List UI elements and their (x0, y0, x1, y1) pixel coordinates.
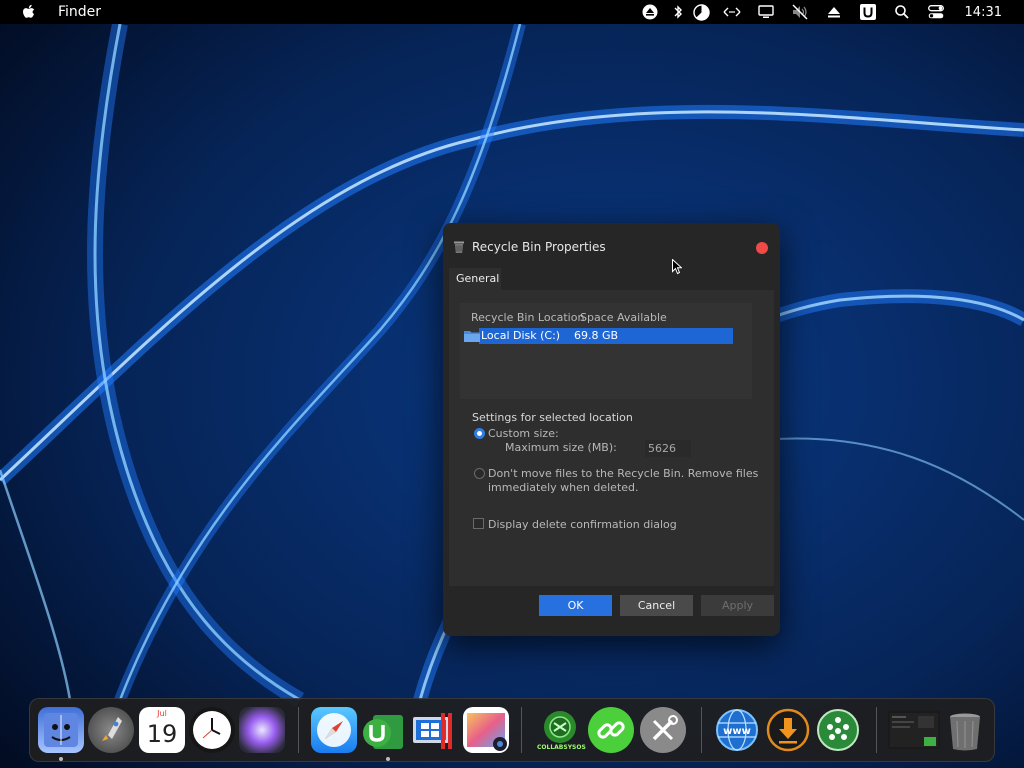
pie-chart-icon[interactable] (693, 3, 711, 21)
utorrent-icon[interactable] (361, 707, 407, 753)
confirm-dialog-label[interactable]: Display delete confirmation dialog (488, 518, 677, 531)
calendar-day: 19 (146, 720, 178, 748)
menu-bar: Finder 14:31 (0, 0, 1024, 24)
settings-heading: Settings for selected location (472, 411, 633, 424)
bluetooth-icon[interactable] (669, 3, 687, 21)
mouse-cursor-icon (672, 259, 682, 275)
screen-icon[interactable] (888, 711, 940, 749)
close-button[interactable] (756, 242, 768, 254)
clock-icon[interactable] (189, 707, 235, 753)
custom-size-radio[interactable] (474, 428, 485, 439)
launchpad-icon[interactable] (88, 707, 134, 753)
u-badge-icon[interactable] (859, 3, 877, 21)
dock-separator (701, 707, 702, 753)
svg-text:www: www (723, 726, 751, 737)
menu-clock[interactable]: 14:31 (965, 5, 1002, 20)
menu-app-name[interactable]: Finder (58, 4, 101, 20)
siri-icon[interactable] (239, 707, 285, 753)
running-indicator (59, 757, 63, 761)
mute-icon[interactable] (791, 3, 809, 21)
apply-button[interactable]: Apply (701, 595, 774, 616)
dock-separator (298, 707, 299, 753)
recycle-bin-properties-dialog: Recycle Bin Properties General Recycle B… (443, 223, 780, 636)
location-name: Local Disk (C:) (481, 329, 561, 342)
tab-general[interactable]: General (449, 268, 501, 290)
search-icon[interactable] (893, 3, 911, 21)
dont-move-label-line2[interactable]: immediately when deleted. (488, 481, 639, 494)
space-available: 69.8 GB (574, 329, 619, 342)
network-arrows-icon[interactable] (723, 3, 741, 21)
tools-icon[interactable] (640, 707, 686, 753)
trash-icon[interactable] (942, 707, 988, 753)
custom-size-label[interactable]: Custom size: (488, 427, 559, 440)
column-header-space[interactable]: Space Available (580, 311, 667, 324)
cancel-button[interactable]: Cancel (620, 595, 693, 616)
eject-upload-icon[interactable] (825, 3, 843, 21)
www-icon[interactable]: www (714, 707, 760, 753)
link-icon[interactable] (588, 707, 634, 753)
eject-icon[interactable] (641, 3, 659, 21)
control-center-icon[interactable] (927, 3, 945, 21)
list-item[interactable]: Local Disk (C:) 69.8 GB (464, 328, 734, 344)
download-icon[interactable] (765, 707, 811, 753)
calendar-month: Jul (157, 709, 167, 718)
dock-separator (876, 707, 877, 753)
photos-icon[interactable] (463, 707, 509, 753)
folder-icon (464, 331, 480, 342)
column-header-location[interactable]: Recycle Bin Location (471, 311, 584, 324)
collabsysos-label: COLLABSYSOS (537, 744, 586, 751)
dock: Jul 19 COLLABSYSOS www (29, 698, 995, 762)
running-indicator (386, 757, 390, 761)
dialog-titlebar[interactable]: Recycle Bin Properties (443, 223, 780, 269)
dialog-title: Recycle Bin Properties (472, 240, 606, 254)
network-icon[interactable] (815, 707, 861, 753)
confirm-dialog-checkbox[interactable] (473, 518, 484, 529)
display-icon[interactable] (757, 3, 775, 21)
finder-icon[interactable] (38, 707, 84, 753)
dont-move-label-line1[interactable]: Don't move files to the Recycle Bin. Rem… (488, 467, 758, 480)
max-size-input[interactable] (645, 440, 691, 457)
max-size-label: Maximum size (MB): (505, 441, 617, 454)
windows-app-icon[interactable] (411, 707, 457, 753)
recycle-bin-icon (454, 241, 464, 253)
location-list[interactable]: Recycle Bin Location Space Available Loc… (460, 303, 752, 399)
calendar-icon[interactable]: Jul 19 (139, 707, 185, 753)
dont-move-radio[interactable] (474, 468, 485, 479)
dock-separator (521, 707, 522, 753)
ok-button[interactable]: OK (539, 595, 612, 616)
apple-icon[interactable] (21, 3, 37, 21)
collabsysos-icon[interactable]: COLLABSYSOS (537, 707, 586, 753)
safari-icon[interactable] (311, 707, 357, 753)
